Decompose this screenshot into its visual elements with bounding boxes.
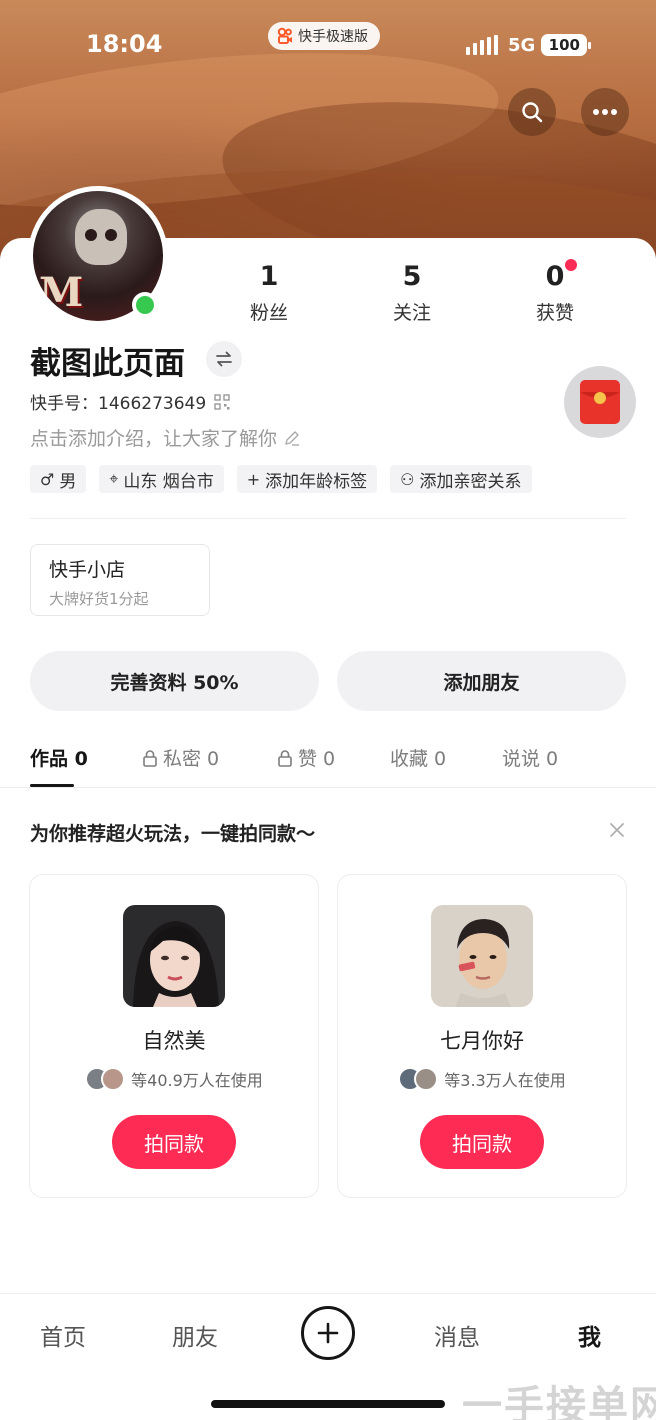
shoot-same-button[interactable]: 拍同款 (112, 1115, 236, 1169)
avatar-letter: M (39, 269, 84, 316)
status-time: 18:04 (86, 30, 163, 58)
tag-add-age[interactable]: + 添加年龄标签 (236, 465, 378, 493)
user-avatar (101, 1067, 126, 1091)
signal-icon (466, 35, 498, 55)
template-usage: 等3.3万人在使用 (338, 1067, 626, 1091)
battery-icon: 100 (541, 34, 592, 56)
status-indicators: 5G 100 (466, 34, 592, 56)
lock-icon (143, 749, 157, 767)
tab-private[interactable]: 私密 0 (142, 744, 219, 771)
divider (0, 787, 656, 788)
battery-level: 100 (548, 36, 580, 54)
stat-fans[interactable]: 1 粉丝 (224, 262, 314, 325)
create-button[interactable] (301, 1306, 355, 1360)
stat-label: 关注 (392, 302, 431, 324)
tag-gender[interactable]: ♂ 男 (30, 465, 87, 493)
app-badge-label: 快手极速版 (298, 29, 368, 45)
content-tabs: 作品 0 私密 0 赞 0 收藏 0 说说 0 (0, 728, 656, 787)
nav-friends[interactable]: 朋友 (172, 1318, 218, 1352)
close-icon (610, 823, 624, 837)
stat-label: 获赞 (535, 302, 574, 324)
plus-icon (317, 1322, 339, 1344)
stat-likes[interactable]: 0 获赞 (510, 262, 600, 325)
plus-icon: + (246, 469, 261, 489)
kuaishou-id-text: 快手号：1466273649 (30, 394, 207, 414)
tab-liked[interactable]: 赞 0 (277, 744, 335, 771)
stat-value: 5 (402, 261, 422, 292)
notification-dot (565, 259, 577, 271)
lock-icon (278, 749, 292, 767)
home-indicator (211, 1400, 445, 1408)
search-button[interactable] (508, 88, 556, 136)
portrait-woman-image (123, 905, 225, 1007)
tag-add-relationship[interactable]: ⚇ 添加亲密关系 (390, 465, 532, 493)
nav-messages[interactable]: 消息 (434, 1318, 480, 1352)
tab-works[interactable]: 作品 0 (30, 744, 88, 771)
intro-placeholder: 点击添加介绍，让大家了解你 (30, 428, 278, 450)
online-status-dot (132, 292, 158, 318)
user-avatar (414, 1067, 439, 1091)
add-friend-button[interactable]: 添加朋友 (337, 651, 626, 711)
profile-tags: ♂ 男 ⌖ 山东 烟台市 + 添加年龄标签 ⚇ 添加亲密关系 (30, 465, 532, 493)
stat-label: 粉丝 (249, 302, 288, 324)
edit-pencil-icon (285, 430, 300, 446)
tag-location[interactable]: ⌖ 山东 烟台市 (99, 465, 224, 493)
add-intro[interactable]: 点击添加介绍，让大家了解你 (30, 424, 301, 451)
template-card[interactable]: 七月你好 等3.3万人在使用 拍同款 (337, 874, 627, 1198)
stat-value: 0 (545, 261, 565, 292)
app-badge[interactable]: 快手极速版 (268, 22, 380, 50)
more-button[interactable] (581, 88, 629, 136)
profile-name[interactable]: 截图此页面 (30, 338, 185, 383)
status-bar: 18:04 快手极速版 5G 100 (0, 0, 656, 90)
stat-value: 1 (259, 261, 279, 292)
usage-count: 等40.9万人在使用 (131, 1071, 263, 1090)
more-icon (593, 109, 617, 115)
avatar-skull (75, 209, 127, 265)
tab-moments[interactable]: 说说 0 (502, 744, 558, 771)
shop-subtitle: 大牌好货1分起 (49, 590, 149, 608)
add-person-icon: ⚇ (400, 469, 415, 489)
male-icon: ♂ (40, 469, 55, 489)
complete-profile-button[interactable]: 完善资料 50% (30, 651, 319, 711)
template-thumbnail (123, 905, 225, 1007)
nav-me[interactable]: 我 (578, 1318, 601, 1352)
tabs-fade (596, 728, 656, 786)
shop-title: 快手小店 (49, 559, 126, 581)
location-pin-icon: ⌖ (109, 469, 119, 488)
template-name: 自然美 (142, 1029, 206, 1053)
network-type: 5G (508, 34, 536, 56)
swap-icon (216, 351, 232, 367)
stat-following[interactable]: 5 关注 (367, 262, 457, 325)
red-packet-button[interactable] (564, 366, 636, 438)
recommend-title: 为你推荐超火玩法，一键拍同款～ (30, 823, 316, 845)
shop-card[interactable]: 快手小店 大牌好货1分起 (30, 544, 210, 616)
tab-favorites[interactable]: 收藏 0 (390, 744, 446, 771)
qr-code-icon (214, 393, 230, 410)
portrait-man-image (431, 905, 533, 1007)
divider (30, 518, 626, 519)
shoot-same-button[interactable]: 拍同款 (420, 1115, 544, 1169)
nav-home[interactable]: 首页 (40, 1318, 86, 1352)
close-recommend-button[interactable] (606, 819, 628, 841)
usage-count: 等3.3万人在使用 (444, 1071, 566, 1090)
template-card[interactable]: 自然美 等40.9万人在使用 拍同款 (29, 874, 319, 1198)
template-usage: 等40.9万人在使用 (30, 1067, 318, 1091)
template-thumbnail (431, 905, 533, 1007)
red-envelope-icon (580, 380, 620, 424)
kuaishou-id[interactable]: 快手号：1466273649 (30, 389, 230, 414)
switch-account-button[interactable] (206, 341, 242, 377)
kuaishou-logo-icon (277, 27, 292, 44)
watermark-text: 一手接单网 (462, 1383, 656, 1420)
search-icon (522, 102, 543, 123)
template-name: 七月你好 (440, 1029, 524, 1053)
